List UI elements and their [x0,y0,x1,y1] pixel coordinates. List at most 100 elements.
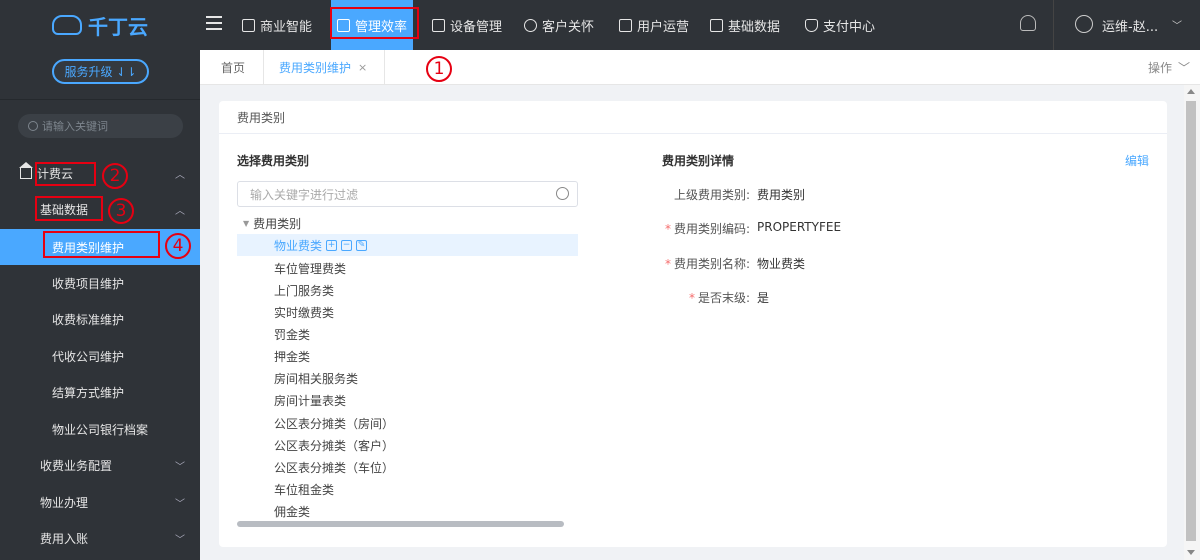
sidebar-item-property-handling[interactable]: 物业办理 ﹀ [0,484,200,520]
wrench-icon [710,18,723,32]
sidebar-item-label: 收费标准维护 [52,312,125,327]
user-avatar-icon[interactable] [1075,15,1093,33]
annotation-box-fee-category [43,231,160,258]
sidebar-search-placeholder: 请输入关键词 [42,120,108,133]
select-category-title: 选择费用类别 [237,154,310,168]
detail-value-name: 物业费类 [757,257,806,271]
fee-category-card: 费用类别 选择费用类别 输入关键字进行过滤 ▼ 费用类别 物业费类 + − ✎ … [219,101,1167,547]
tree-item[interactable]: 佣金类 [274,500,310,522]
edit-node-icon[interactable]: ✎ [356,239,368,251]
heart-icon [524,18,537,32]
tab-fee-category[interactable]: 费用类别维护 × [279,50,367,85]
filter-input[interactable]: 输入关键字进行过滤 [237,181,578,207]
tree-item[interactable]: 罚金类 [274,323,310,345]
brand-logo[interactable]: 千丁云 [0,0,200,50]
sidebar-item-charge-standard[interactable]: 收费标准维护 [0,301,200,337]
scroll-up-arrow-icon[interactable] [1187,89,1195,94]
sidebar-item-settlement-method[interactable]: 结算方式维护 [0,374,200,410]
nav-device-management[interactable]: 设备管理 [432,0,502,50]
close-icon[interactable]: × [358,61,367,74]
tree-item[interactable]: 车位管理费类 [274,257,346,279]
menu-toggle-icon[interactable] [206,16,222,30]
sidebar-item-fee-posting[interactable]: 费用入账 ﹀ [0,520,200,556]
scroll-down-arrow-icon[interactable] [1187,550,1195,555]
detail-value-is-leaf: 是 [757,291,770,305]
cloud-icon [52,15,82,35]
chevron-down-icon: ﹀ [175,534,185,546]
nav-customer-care[interactable]: 客户关怀 [524,0,594,50]
sidebar-item-charge-item[interactable]: 收费项目维护 [0,265,200,301]
tree-item-property-fee[interactable]: 物业费类 + − ✎ [274,234,368,256]
search-icon [556,187,569,200]
nav-label: 基础数据 [728,19,781,35]
detail-label-text: 费用类别编码: [673,222,750,236]
detail-label-name: * 费用类别名称: [630,255,750,272]
operations-dropdown[interactable]: 操作 ﹀ [1148,50,1190,85]
tree-item[interactable]: 公区表分摊类（车位） [274,456,394,478]
required-mark: * [664,257,671,271]
sidebar-item-collection-company[interactable]: 代收公司维护 [0,338,200,374]
category-detail-title: 费用类别详情 [662,154,735,168]
sidebar-item-label: 费用入账 [40,531,89,546]
required-mark: * [664,222,671,236]
chevron-down-icon[interactable]: ﹀ [1172,17,1182,32]
sidebar-item-label: 收费项目维护 [52,276,125,291]
upgrade-button[interactable]: 服务升级 ⇃⇂ [52,59,149,84]
tree-item[interactable]: 实时缴费类 [274,301,334,323]
detail-label-text: 费用类别名称: [673,257,750,271]
tab-home[interactable]: 首页 [221,50,245,85]
detail-label-text: 是否末级: [697,291,750,305]
nav-label: 用户运营 [637,19,690,35]
sidebar-item-label: 代收公司维护 [52,349,125,364]
topbar-divider [1053,0,1054,50]
tree-root-label: 费用类别 [253,217,302,231]
user-name[interactable]: 运维-赵... [1102,16,1158,35]
chevron-up-icon: ︿ [175,169,185,181]
tree-item[interactable]: 车位租金类 [274,478,334,500]
page-scrollbar-thumb[interactable] [1186,101,1196,541]
tree-root-node[interactable]: ▼ 费用类别 [243,215,301,232]
nav-label: 商业智能 [260,19,313,35]
sidebar-item-bank-archive[interactable]: 物业公司银行档案 [0,411,200,447]
sidebar-divider [0,99,200,100]
chart-icon [242,18,255,32]
sidebar-search-input[interactable]: 请输入关键词 [18,114,183,138]
add-node-icon[interactable]: + [326,239,338,251]
nav-label: 客户关怀 [542,19,595,35]
card-header: 费用类别 [219,101,1167,134]
tab-bar: 首页 费用类别维护 × 操作 ﹀ [200,50,1200,85]
tree-item[interactable]: 房间计量表类 [274,389,346,411]
annotation-box-base-data [35,196,103,221]
tree-item[interactable]: 押金类 [274,345,310,367]
required-mark: * [688,291,695,305]
bell-icon[interactable] [1020,15,1036,31]
annotation-marker-2: 2 [102,163,128,189]
filter-placeholder: 输入关键字进行过滤 [250,187,359,202]
tree-item[interactable]: 公区表分摊类（客户） [274,434,394,456]
nav-label: 支付中心 [823,19,876,35]
sidebar-item-billing-cloud[interactable]: 计费云 ︿ [0,155,200,191]
operations-label: 操作 [1147,61,1172,75]
tree-item[interactable]: 公区表分摊类（房间） [274,412,394,434]
nav-user-operation[interactable]: 用户运营 [619,0,689,50]
tree-horizontal-scrollbar[interactable] [237,521,564,527]
sidebar-item-business-config[interactable]: 收费业务配置 ﹀ [0,447,200,483]
remove-node-icon[interactable]: − [341,239,353,251]
chevron-down-icon: ﹀ [1177,61,1190,75]
edit-link[interactable]: 编辑 [1125,152,1149,169]
nav-base-data[interactable]: 基础数据 [710,0,780,50]
device-icon [432,18,445,32]
tree-item-label: 物业费类 [274,238,323,253]
annotation-box-nav [330,7,419,39]
annotation-box-billing-cloud [35,162,96,186]
sidebar: 千丁云 服务升级 ⇃⇂ 请输入关键词 计费云 ︿ 基础数据 ︿ 费用类别维护 收… [0,0,200,560]
detail-value-parent: 费用类别 [757,188,806,202]
detail-label-is-leaf: * 是否末级: [630,289,750,306]
tree-item[interactable]: 房间相关服务类 [274,367,358,389]
nav-business-intelligence[interactable]: 商业智能 [242,0,312,50]
shield-icon [805,18,818,32]
nav-payment-center[interactable]: 支付中心 [805,0,875,50]
brand-name: 千丁云 [88,14,148,39]
sidebar-item-label: 收费业务配置 [40,458,113,473]
tree-item[interactable]: 上门服务类 [274,279,334,301]
